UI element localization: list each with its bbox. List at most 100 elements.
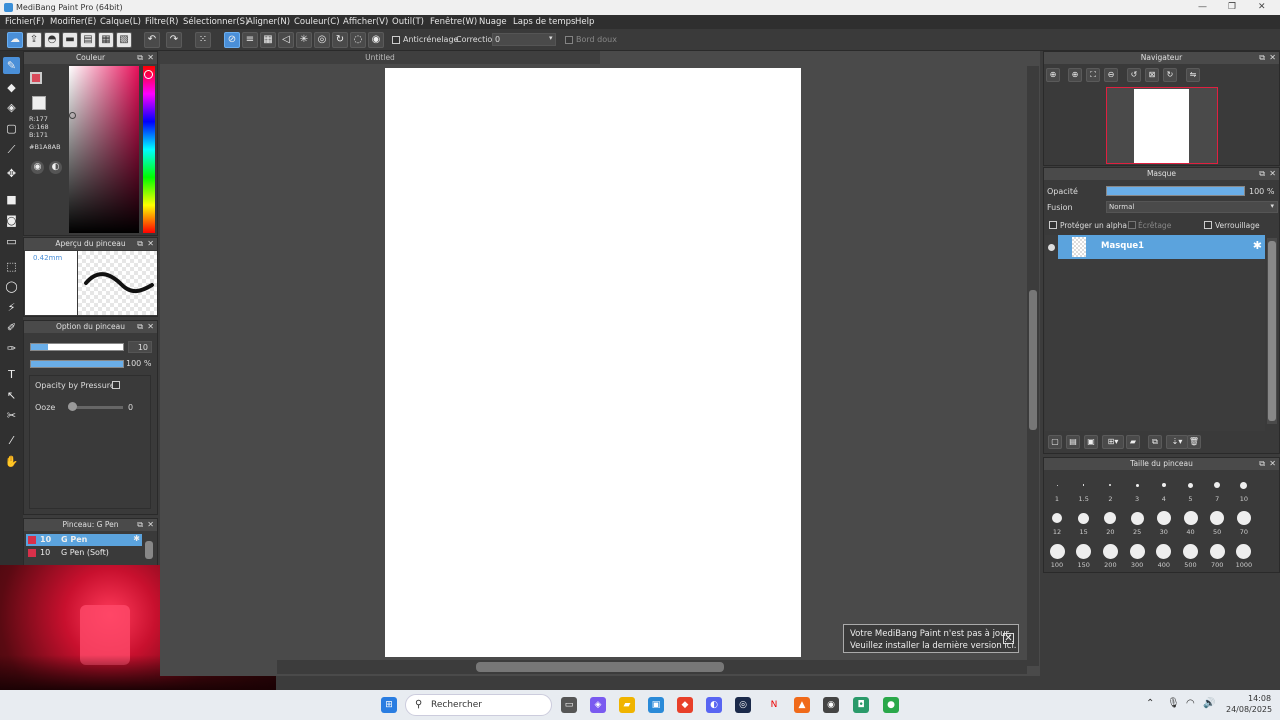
menu-outil[interactable]: Outil(T) <box>392 17 424 27</box>
brush-list-scrollbar[interactable] <box>145 541 153 559</box>
new-halftone-layer-icon[interactable]: ▤ <box>1066 435 1080 449</box>
export-icon[interactable]: ⇪ <box>26 32 42 48</box>
brush-item-g-pen[interactable]: 10 G Pen ✱ <box>26 534 142 546</box>
brush-size-dot[interactable] <box>1076 543 1092 559</box>
line-tool-icon[interactable]: ⟋ <box>3 141 20 158</box>
close-icon[interactable]: ✕ <box>1269 458 1276 470</box>
brush-size-dot[interactable] <box>1102 543 1118 559</box>
correction-select[interactable]: 0 ▾ <box>492 33 556 46</box>
panel-icon[interactable]: ▬ <box>62 32 78 48</box>
store-icon[interactable]: ▣ <box>648 697 664 713</box>
layout-icon[interactable]: ▧ <box>116 32 132 48</box>
brush-size-dot[interactable] <box>1210 511 1225 525</box>
menu-afficher[interactable]: Afficher(V) <box>343 17 388 27</box>
menu-selectionner[interactable]: Sélectionner(S) <box>183 17 248 27</box>
select-rect-icon[interactable]: ⬚ <box>3 258 20 275</box>
brush-size-dot[interactable] <box>1135 483 1139 487</box>
brush-size-dot[interactable] <box>1156 511 1171 525</box>
brush-size-dot[interactable] <box>1104 512 1117 524</box>
update-notification[interactable]: Votre MediBang Paint n'est pas à jour. V… <box>843 624 1019 653</box>
taskbar-search[interactable]: ⚲ Rechercher <box>405 694 552 716</box>
document-tab[interactable]: Untitled <box>160 51 600 64</box>
lasso-tool-icon[interactable]: ◯ <box>3 278 20 295</box>
rotate-left-icon[interactable]: ↺ <box>1127 68 1141 82</box>
protect-alpha-checkbox[interactable] <box>1049 221 1057 229</box>
brush-size-dot[interactable] <box>1214 482 1221 488</box>
snap-radial-icon[interactable]: ✳ <box>296 32 312 48</box>
shape-tool-icon[interactable]: ▢ <box>3 120 20 137</box>
canvas-paper[interactable] <box>385 68 801 657</box>
color-picker-handle[interactable] <box>69 112 76 119</box>
brush-size-dot[interactable] <box>1109 484 1112 486</box>
windows-start-icon[interactable]: ⊞ <box>381 697 397 713</box>
brush-size-dot[interactable] <box>1161 483 1166 487</box>
close-icon[interactable]: ✕ <box>147 519 154 531</box>
security-app-icon[interactable]: ◎ <box>735 697 751 713</box>
volume-icon[interactable]: 🔊 <box>1203 698 1215 709</box>
operation-tool-icon[interactable]: ↖ <box>3 387 20 404</box>
bucket-tool-icon[interactable]: ◙ <box>3 212 20 229</box>
brush-opacity-slider[interactable] <box>30 360 124 368</box>
visibility-eye-icon[interactable] <box>1048 244 1055 251</box>
eyedropper-icon[interactable]: ⁄ <box>3 432 20 449</box>
menu-fichier[interactable]: Fichier(F) <box>5 17 44 27</box>
opacity-pressure-checkbox[interactable] <box>112 381 120 389</box>
task-view-icon[interactable]: ▭ <box>561 697 577 713</box>
ooze-handle[interactable] <box>68 402 77 411</box>
layer-row-masque1[interactable]: Masque1 ✱ <box>1058 235 1265 259</box>
layer-scroll-thumb[interactable] <box>1268 241 1276 421</box>
menu-help[interactable]: Help <box>575 17 594 27</box>
chevron-up-icon[interactable]: ⌃ <box>1146 698 1154 709</box>
menu-filtre[interactable]: Filtre(R) <box>145 17 178 27</box>
brush-size-dot[interactable] <box>1078 512 1090 524</box>
brush-size-dot[interactable] <box>1056 484 1058 486</box>
menu-fenetre[interactable]: Fenêtre(W) <box>430 17 477 27</box>
obs-icon[interactable]: ◉ <box>823 697 839 713</box>
brush-size-dot[interactable] <box>1236 543 1252 559</box>
menu-nuage[interactable]: Nuage <box>479 17 507 27</box>
snap-curve-icon[interactable]: ↻ <box>332 32 348 48</box>
maximize-button[interactable]: ❐ <box>1228 2 1236 12</box>
gradient-tool-icon[interactable]: ▭ <box>3 233 20 250</box>
brush-size-dot[interactable] <box>1130 511 1144 525</box>
undock-icon[interactable]: ⧉ <box>1259 168 1265 180</box>
hand-tool-icon[interactable]: ✋ <box>3 453 20 470</box>
brush-size-dot[interactable] <box>1183 543 1198 559</box>
menu-laps-de-temps[interactable]: Laps de temps <box>513 17 575 27</box>
zoom-in-icon[interactable]: ⊕ <box>1068 68 1082 82</box>
snap-grid-icon[interactable]: ▦ <box>260 32 276 48</box>
color-history-icon[interactable]: ◐ <box>49 161 62 174</box>
magic-wand-icon[interactable]: ⚡ <box>3 299 20 316</box>
reset-view-icon[interactable]: ⊠ <box>1145 68 1159 82</box>
new-layer-icon[interactable]: ▢ <box>1048 435 1062 449</box>
snap-ellipse-icon[interactable]: ◌ <box>350 32 366 48</box>
redo-icon[interactable]: ↷ <box>166 32 182 48</box>
clipping-checkbox[interactable] <box>1128 221 1136 229</box>
undock-icon[interactable]: ⧉ <box>1259 52 1265 64</box>
brush-size-dot[interactable] <box>1209 543 1225 559</box>
add-layer-menu-icon[interactable]: ⊞▾ <box>1102 435 1124 449</box>
hue-handle[interactable] <box>144 70 153 79</box>
vertical-scrollbar[interactable] <box>1027 66 1039 666</box>
duplicate-layer-icon[interactable]: ⧉ <box>1148 435 1162 449</box>
microphone-icon[interactable]: 🎙 <box>1167 698 1180 709</box>
antialias-checkbox[interactable] <box>392 36 400 44</box>
close-icon[interactable]: ✕ <box>1269 168 1276 180</box>
dot-eraser-icon[interactable]: ◈ <box>3 99 20 116</box>
horizontal-scrollbar[interactable] <box>277 660 1027 674</box>
close-icon[interactable]: ✕ <box>1003 633 1014 644</box>
brush-size-field[interactable]: 10 <box>128 341 152 353</box>
snap-circle-icon[interactable]: ◎ <box>314 32 330 48</box>
snap-concentric-icon[interactable]: ◉ <box>368 32 384 48</box>
wifi-icon[interactable]: ◠ <box>1186 698 1195 709</box>
text-tool-icon[interactable]: T <box>3 366 20 383</box>
brush-size-dot[interactable] <box>1052 513 1062 523</box>
medibang-taskbar-icon[interactable]: ● <box>883 697 899 713</box>
trash-icon[interactable]: 🗑 <box>1187 435 1201 449</box>
menu-couleur[interactable]: Couleur(C) <box>294 17 340 27</box>
app-orange-icon[interactable]: ▲ <box>794 697 810 713</box>
fit-window-icon[interactable]: ⛶ <box>1086 68 1100 82</box>
hue-slider[interactable] <box>143 66 155 233</box>
brush-tool-icon[interactable]: ✎ <box>3 57 20 74</box>
close-icon[interactable]: ✕ <box>1269 52 1276 64</box>
